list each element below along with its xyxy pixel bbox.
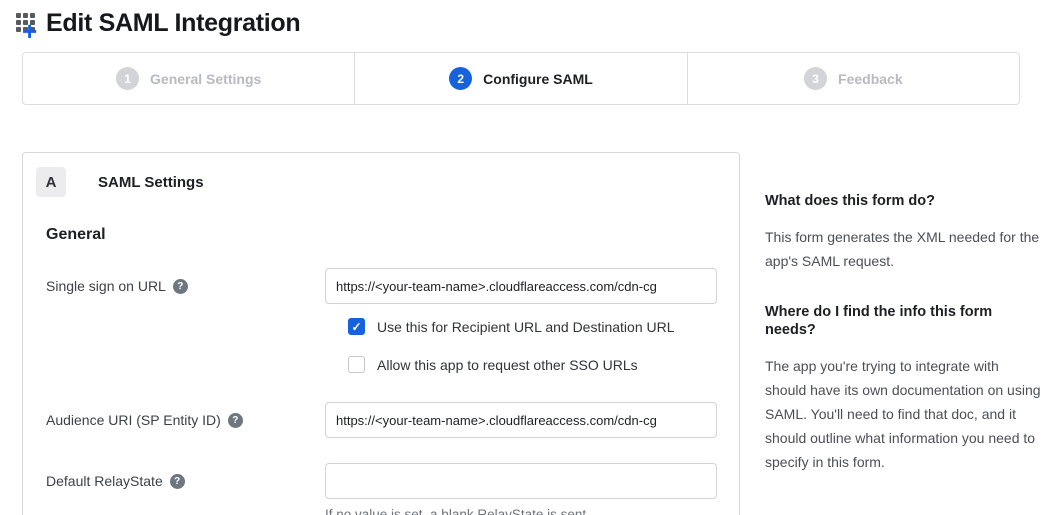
single-sign-on-url-input[interactable] — [325, 268, 717, 304]
audience-uri-label: Audience URI (SP Entity ID) ? — [46, 402, 325, 438]
relaystate-field-group: If no value is set, a blank RelayState i… — [325, 463, 717, 515]
wizard-step-feedback[interactable]: 3 Feedback — [688, 53, 1019, 104]
step-label: General Settings — [150, 71, 261, 87]
recipient-url-checkbox-row: Use this for Recipient URL and Destinati… — [348, 318, 739, 335]
other-sso-urls-checkbox[interactable] — [348, 356, 365, 373]
saml-settings-panel: A SAML Settings General Single sign on U… — [22, 152, 740, 515]
sidebar-question-2: Where do I find the info this form needs… — [765, 303, 1043, 339]
audience-uri-input[interactable] — [325, 402, 717, 438]
page-header: + Edit SAML Integration — [0, 0, 1063, 38]
plus-icon: + — [22, 18, 37, 44]
panel-header: A SAML Settings — [23, 153, 739, 197]
section-title: SAML Settings — [98, 174, 204, 191]
checkbox-label: Allow this app to request other SSO URLs — [377, 357, 638, 373]
step-number-badge: 3 — [804, 67, 827, 90]
general-group-heading: General — [46, 226, 739, 244]
default-relaystate-input[interactable] — [325, 463, 717, 499]
single-sign-on-url-row: Single sign on URL ? — [23, 268, 739, 304]
default-relaystate-label: Default RelayState ? — [46, 463, 325, 515]
step-label: Feedback — [838, 71, 903, 87]
help-icon[interactable]: ? — [170, 474, 185, 489]
wizard-step-configure-saml[interactable]: 2 Configure SAML — [355, 53, 687, 104]
apps-grid-plus-icon: + — [15, 10, 43, 38]
step-label: Configure SAML — [483, 71, 593, 87]
wizard-steps: 1 General Settings 2 Configure SAML 3 Fe… — [22, 52, 1020, 105]
sidebar-answer-2: The app you're trying to integrate with … — [765, 354, 1043, 474]
step-number-badge: 2 — [449, 67, 472, 90]
help-icon[interactable]: ? — [173, 279, 188, 294]
default-relaystate-row: Default RelayState ? If no value is set,… — [23, 463, 739, 515]
help-icon[interactable]: ? — [228, 413, 243, 428]
field-label-text: Default RelayState — [46, 473, 163, 489]
page-title: Edit SAML Integration — [46, 9, 300, 38]
step-number-badge: 1 — [116, 67, 139, 90]
section-letter-badge: A — [36, 167, 66, 197]
wizard-step-general-settings[interactable]: 1 General Settings — [23, 53, 355, 104]
content-area: A SAML Settings General Single sign on U… — [22, 152, 1063, 515]
audience-uri-row: Audience URI (SP Entity ID) ? — [23, 402, 739, 438]
field-label-text: Single sign on URL — [46, 278, 166, 294]
relaystate-hint: If no value is set, a blank RelayState i… — [325, 507, 717, 515]
help-sidebar: What does this form do? This form genera… — [765, 152, 1043, 474]
single-sign-on-url-label: Single sign on URL ? — [46, 268, 325, 304]
sidebar-question-1: What does this form do? — [765, 192, 1043, 210]
recipient-url-checkbox[interactable] — [348, 318, 365, 335]
other-sso-urls-checkbox-row: Allow this app to request other SSO URLs — [348, 356, 739, 373]
sidebar-answer-1: This form generates the XML needed for t… — [765, 225, 1043, 273]
checkbox-label: Use this for Recipient URL and Destinati… — [377, 319, 675, 335]
field-label-text: Audience URI (SP Entity ID) — [46, 412, 221, 428]
